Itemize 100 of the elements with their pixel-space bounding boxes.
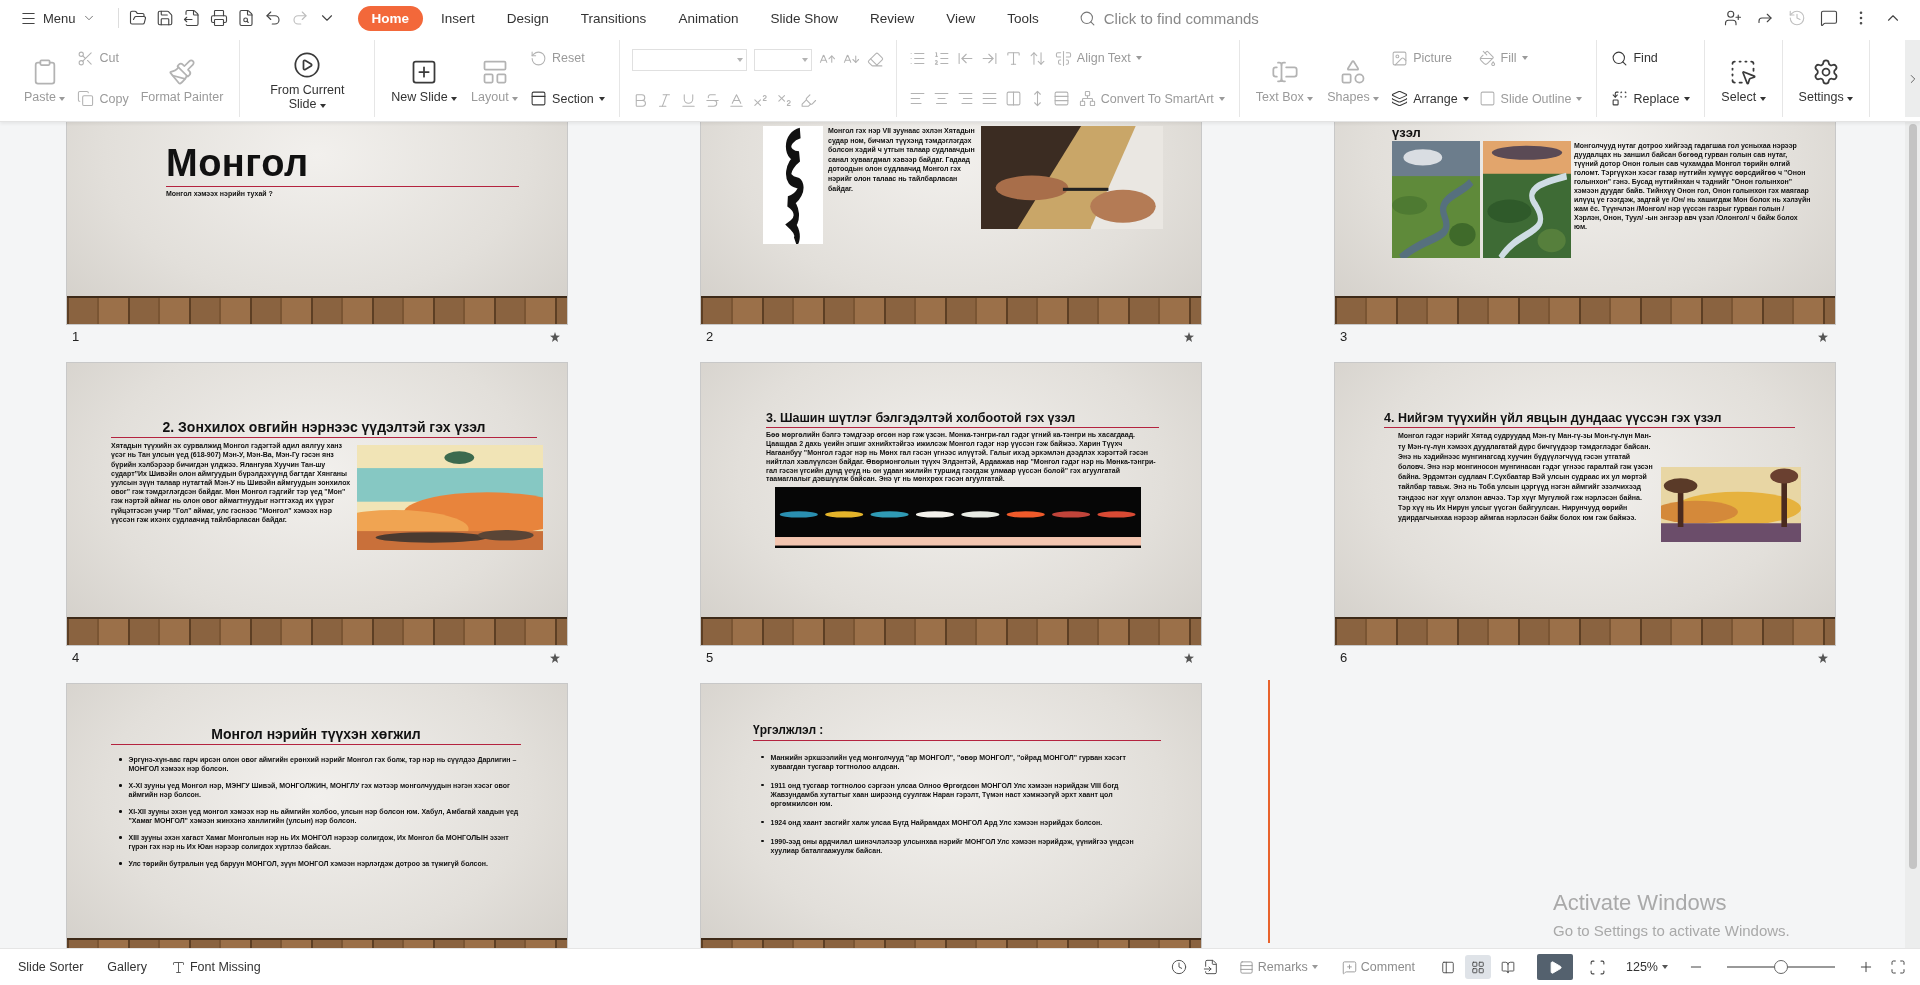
comment-icon[interactable]: [1820, 9, 1838, 27]
ribbon-button[interactable]: Section: [528, 88, 607, 110]
slide-title: Монгол нэрийн түүхэн хөгжил: [210, 726, 422, 743]
reset-icon: [530, 49, 548, 67]
copy-icon: [77, 90, 95, 108]
smartart-icon: [1078, 90, 1096, 108]
caret-icon: [801, 57, 808, 62]
scrollbar-thumb[interactable]: [1908, 124, 1917, 869]
search-icon: [1611, 49, 1629, 67]
paint-bucket-icon: [1478, 49, 1496, 67]
play-button[interactable]: [1537, 954, 1573, 980]
caret-icon: [1311, 965, 1318, 969]
transition-star-icon[interactable]: [1818, 331, 1828, 342]
menu-button[interactable]: Menu: [14, 5, 102, 31]
ribbon-tab[interactable]: Insert: [427, 5, 489, 31]
bullet-dot: [761, 839, 764, 843]
bullet-dot: [119, 784, 122, 787]
save-icon[interactable]: [155, 9, 174, 27]
slide-title: Монгол: [166, 142, 310, 184]
transition-star-icon[interactable]: [550, 652, 560, 663]
ribbon-button[interactable]: Find: [1609, 47, 1660, 69]
slide-thumbnail[interactable]: [700, 362, 1202, 646]
slide-number: 1: [72, 329, 80, 344]
notes-icon: [1238, 959, 1254, 975]
bullet-dot: [761, 820, 764, 824]
clock-icon[interactable]: [1170, 959, 1187, 975]
slide-title: 2. Зонхилох овгийн нэрнээс үүдэлтэй гэх үзэл: [161, 419, 487, 436]
transition-star-icon[interactable]: [1184, 331, 1194, 342]
slider-thumb[interactable]: [1774, 960, 1788, 974]
bullet-dot: [761, 755, 764, 759]
slide-title: Үргэлжлэл :: [753, 724, 825, 738]
play-icon: [1547, 959, 1563, 975]
comment-icon: [1341, 959, 1357, 975]
play-icon: [293, 50, 322, 79]
transition-star-icon[interactable]: [1818, 652, 1828, 663]
comment-button[interactable]: Comment: [1337, 957, 1419, 977]
ribbon-tab[interactable]: Design: [492, 5, 563, 31]
add-user-icon[interactable]: [1724, 9, 1742, 27]
ribbon-tab[interactable]: Transitions: [566, 5, 661, 31]
bullet-dot: [119, 862, 122, 865]
undo-icon[interactable]: [263, 9, 282, 27]
status-button[interactable]: Gallery: [103, 958, 151, 976]
ribbon-tab[interactable]: Review: [855, 5, 929, 31]
fit-icon[interactable]: [1589, 958, 1606, 976]
activation-title: Activate Windows: [1553, 890, 1728, 916]
image-icon: [1391, 49, 1409, 67]
status-button[interactable]: Slide Sorter: [14, 958, 88, 976]
slide-number: 3: [1340, 329, 1348, 344]
slide-thumbnail[interactable]: [1334, 362, 1836, 646]
activation-text: Go to Settings to activate Windows.: [1553, 922, 1790, 939]
zoom-dropdown[interactable]: 125%: [1622, 958, 1672, 976]
ribbon-button[interactable]: New Slide: [387, 53, 462, 104]
ribbon-tab[interactable]: Tools: [993, 5, 1053, 31]
bullet-dot: [761, 783, 764, 787]
zoom-in-icon[interactable]: [1858, 959, 1874, 975]
slide-title: үзэл: [1392, 126, 1422, 141]
bullet-dot: [119, 758, 122, 761]
ribbon-button[interactable]: Arrange: [1389, 88, 1471, 110]
slide-thumbnail[interactable]: [700, 122, 1202, 325]
layers-icon: [1391, 90, 1409, 108]
export-icon[interactable]: [182, 9, 201, 27]
view-button[interactable]: [1465, 955, 1491, 979]
slide-number: 6: [1340, 650, 1348, 665]
align-text-icon: [1054, 49, 1072, 67]
folder-icon[interactable]: [128, 9, 147, 27]
scissors-icon: [77, 49, 95, 67]
search-icon: [1078, 9, 1096, 27]
preview-icon[interactable]: [236, 9, 255, 27]
status-button[interactable]: Font Missing: [166, 957, 265, 977]
slide-thumbnail[interactable]: [66, 683, 568, 948]
replace-icon: [1611, 90, 1629, 108]
slide-thumbnail[interactable]: [700, 683, 1202, 948]
print-icon[interactable]: [209, 9, 228, 27]
slide-title: 4. Нийгэм түүхийн үйл явцын дундаас үүссэн гэх үзэл: [1384, 411, 1723, 426]
remarks-button[interactable]: Remarks: [1234, 957, 1322, 977]
ribbon-button[interactable]: Select: [1717, 53, 1770, 104]
ribbon-button[interactable]: From Current Slide: [252, 46, 363, 111]
paintbrush-icon: [167, 57, 196, 86]
ribbon-tab[interactable]: View: [932, 5, 990, 31]
square-icon: [1478, 90, 1496, 108]
fullscreen-icon[interactable]: [1890, 959, 1906, 975]
caret-icon: [736, 57, 743, 62]
transition-star-icon[interactable]: [550, 331, 560, 342]
bullet-dot: [119, 836, 122, 839]
slide-thumbnail[interactable]: [1334, 122, 1836, 325]
slide-title: 3. Шашин шүтлэг бэлгэдэлтэй холбоотой гэх үзэл: [766, 411, 1077, 426]
import-icon[interactable]: [1202, 959, 1219, 975]
ribbon-tab[interactable]: Slide Show: [756, 5, 852, 31]
caret-icon: [1662, 965, 1668, 969]
transition-star-icon[interactable]: [1184, 652, 1194, 663]
bullet-dot: [119, 810, 122, 813]
ribbon-tab[interactable]: Animation: [664, 5, 753, 31]
search-field[interactable]: Click to find commands: [1101, 8, 1312, 28]
slide-thumbnail[interactable]: [66, 362, 568, 646]
slide-number: 5: [706, 650, 714, 665]
slide-number: 2: [706, 329, 714, 344]
ribbon-button[interactable]: Settings: [1794, 53, 1858, 104]
slide-number: 4: [72, 650, 80, 665]
section-icon: [530, 90, 548, 108]
ribbon-button[interactable]: Replace: [1609, 88, 1693, 110]
